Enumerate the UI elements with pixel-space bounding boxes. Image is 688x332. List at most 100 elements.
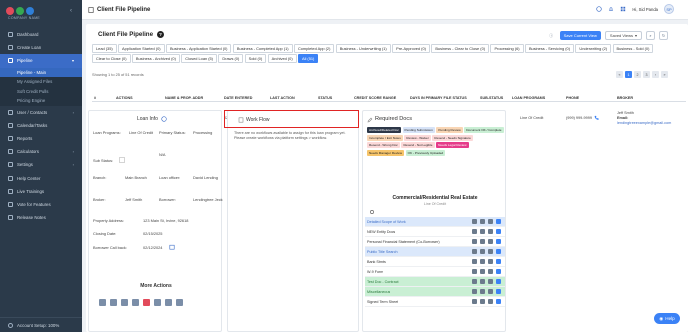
sidebar-item-calendar-tasks[interactable]: Calendar/Tasks: [0, 119, 82, 132]
download-icon[interactable]: [488, 249, 493, 254]
comment-icon[interactable]: [472, 289, 477, 294]
team-icon[interactable]: [154, 299, 161, 306]
dollar-icon[interactable]: [143, 299, 150, 306]
required-doc-row[interactable]: Personal Financial Statement (Co-Borrowe…: [365, 237, 505, 247]
download-icon[interactable]: [488, 289, 493, 294]
saved-views-dropdown[interactable]: Saved Views ▾: [604, 31, 642, 40]
phone-icon[interactable]: [594, 115, 600, 121]
page-button[interactable]: »: [661, 71, 668, 78]
settings-gear-icon[interactable]: [369, 209, 375, 215]
tab-status[interactable]: Closed Loan (5): [181, 53, 217, 63]
tab-status[interactable]: Business - Archived (0): [131, 53, 180, 63]
upload-icon[interactable]: [480, 289, 485, 294]
comment-icon[interactable]: [472, 219, 477, 224]
tab-status[interactable]: Application Started (0): [118, 44, 165, 53]
col-header-credit-score[interactable]: CREDIT SCORE RANGE: [354, 96, 396, 100]
sidebar-item-release-notes[interactable]: Release Notes: [0, 211, 82, 224]
comment-icon[interactable]: [472, 239, 477, 244]
download-icon[interactable]: [488, 239, 493, 244]
sidebar-item-calculators[interactable]: Calculators ›: [0, 145, 82, 158]
help-button[interactable]: ◉ Help: [654, 313, 680, 324]
tab-status[interactable]: Clear to Close (0): [92, 53, 131, 63]
contacts-icon[interactable]: [110, 299, 117, 306]
info-icon[interactable]: [496, 229, 501, 234]
required-doc-row[interactable]: Test Doc - Contract: [365, 277, 505, 287]
tab-status[interactable]: Processing (6): [490, 44, 524, 53]
sidebar-item-settings[interactable]: Settings ›: [0, 158, 82, 171]
info-icon[interactable]: [496, 249, 501, 254]
tab-status[interactable]: Underwriting (2): [575, 44, 612, 53]
inbox-icon[interactable]: [99, 299, 106, 306]
tab-status[interactable]: Business - Underwriting (1): [335, 44, 391, 53]
sidebar-item-create-loan[interactable]: Create Loan: [0, 41, 82, 54]
upload-icon[interactable]: [480, 239, 485, 244]
share-icon[interactable]: [121, 299, 128, 306]
required-doc-row[interactable]: Signed Term Sheet: [365, 297, 505, 307]
col-header-sub-status[interactable]: SUB-STATUS: [480, 96, 503, 100]
info-icon[interactable]: [496, 219, 501, 224]
col-header-loan-programs[interactable]: LOAN PROGRAMS: [512, 96, 545, 100]
comment-icon[interactable]: [472, 249, 477, 254]
sidebar-item-reports[interactable]: Reports: [0, 132, 82, 145]
tab-status[interactable]: Completed App (2): [293, 44, 335, 53]
apps-grid-icon[interactable]: [620, 6, 626, 12]
sidebar-subitem-pipeline-main[interactable]: Pipeline - Main: [0, 67, 82, 78]
required-doc-row[interactable]: Public Title Search: [365, 247, 505, 257]
sidebar-item-dashboard[interactable]: Dashboard: [0, 28, 82, 41]
download-icon[interactable]: [488, 279, 493, 284]
tab-status[interactable]: Archived (0): [267, 53, 297, 63]
pencil-icon[interactable]: [367, 117, 373, 123]
download-icon[interactable]: [488, 229, 493, 234]
page-button[interactable]: ›: [652, 71, 659, 78]
tab-status[interactable]: Business - Application Started (0): [165, 44, 232, 53]
upload-icon[interactable]: [480, 229, 485, 234]
info-icon[interactable]: [496, 289, 501, 294]
comment-icon[interactable]: [472, 259, 477, 264]
col-header-days-in-status[interactable]: DAYS IN PRIMARY FILE STATUS: [410, 96, 467, 100]
info-icon[interactable]: [496, 259, 501, 264]
sidebar-item-vote-features[interactable]: Vote for Features: [0, 198, 82, 211]
col-header-status[interactable]: STATUS: [318, 96, 332, 100]
download-icon[interactable]: [488, 299, 493, 304]
users-icon[interactable]: [165, 299, 172, 306]
user-greeting[interactable]: Hi, Sid Panda: [632, 7, 658, 12]
collapse-sidebar-icon[interactable]: ‹: [70, 8, 72, 14]
upload-icon[interactable]: [480, 269, 485, 274]
required-doc-row[interactable]: Bank Stmts: [365, 257, 505, 267]
upload-icon[interactable]: [480, 279, 485, 284]
col-header-broker[interactable]: BROKER: [617, 96, 633, 100]
upload-icon[interactable]: [480, 249, 485, 254]
tab-status[interactable]: Draws (0): [218, 53, 244, 63]
sidebar-item-live-trainings[interactable]: Live Trainings: [0, 185, 82, 198]
sidebar-subitem-my-assigned-files[interactable]: My Assigned Files: [0, 77, 82, 87]
timer-icon[interactable]: [596, 6, 603, 12]
building-icon[interactable]: [176, 299, 183, 306]
sidebar-item-users-contacts[interactable]: User / Contacts ›: [0, 106, 82, 119]
comment-icon[interactable]: [472, 269, 477, 274]
sidebar-item-help-center[interactable]: Help Center: [0, 172, 82, 185]
required-doc-row[interactable]: Miscellaneous: [365, 287, 505, 297]
required-doc-row[interactable]: NEW Entity Docs: [365, 227, 505, 237]
save-current-view-button[interactable]: Save Current View: [559, 31, 601, 40]
tab-status[interactable]: Pre-Approved (0): [392, 44, 430, 53]
info-icon[interactable]: [496, 269, 501, 274]
info-icon[interactable]: [496, 239, 501, 244]
info-icon[interactable]: [496, 299, 501, 304]
col-header-phone[interactable]: PHONE: [566, 96, 579, 100]
tab-status[interactable]: Business - Clear to Close (0): [431, 44, 490, 53]
sub-status-dropdown-icon[interactable]: [119, 157, 125, 163]
sidebar-subitem-soft-credit-pulls[interactable]: Soft Credit Pulls: [0, 86, 82, 97]
page-button[interactable]: 1: [625, 71, 632, 78]
col-header-date-entered[interactable]: DATE ENTERED: [224, 96, 252, 100]
refresh-icon[interactable]: ↻: [659, 31, 668, 40]
page-button[interactable]: 2: [634, 71, 641, 78]
broker-email-link[interactable]: lendingtreeexample@gmail.com: [617, 121, 671, 125]
comment-icon[interactable]: [472, 229, 477, 234]
search-icon[interactable]: ⌕: [646, 31, 655, 40]
col-header-name[interactable]: NAME & PROP. ADDR: [165, 96, 203, 100]
sidebar-item-pipeline[interactable]: Pipeline ▾: [0, 54, 82, 68]
tab-status[interactable]: All (51): [298, 53, 319, 63]
help-question-icon[interactable]: ?: [157, 31, 165, 38]
upload-icon[interactable]: [480, 259, 485, 264]
col-header-last-action[interactable]: LAST ACTION: [270, 96, 295, 100]
